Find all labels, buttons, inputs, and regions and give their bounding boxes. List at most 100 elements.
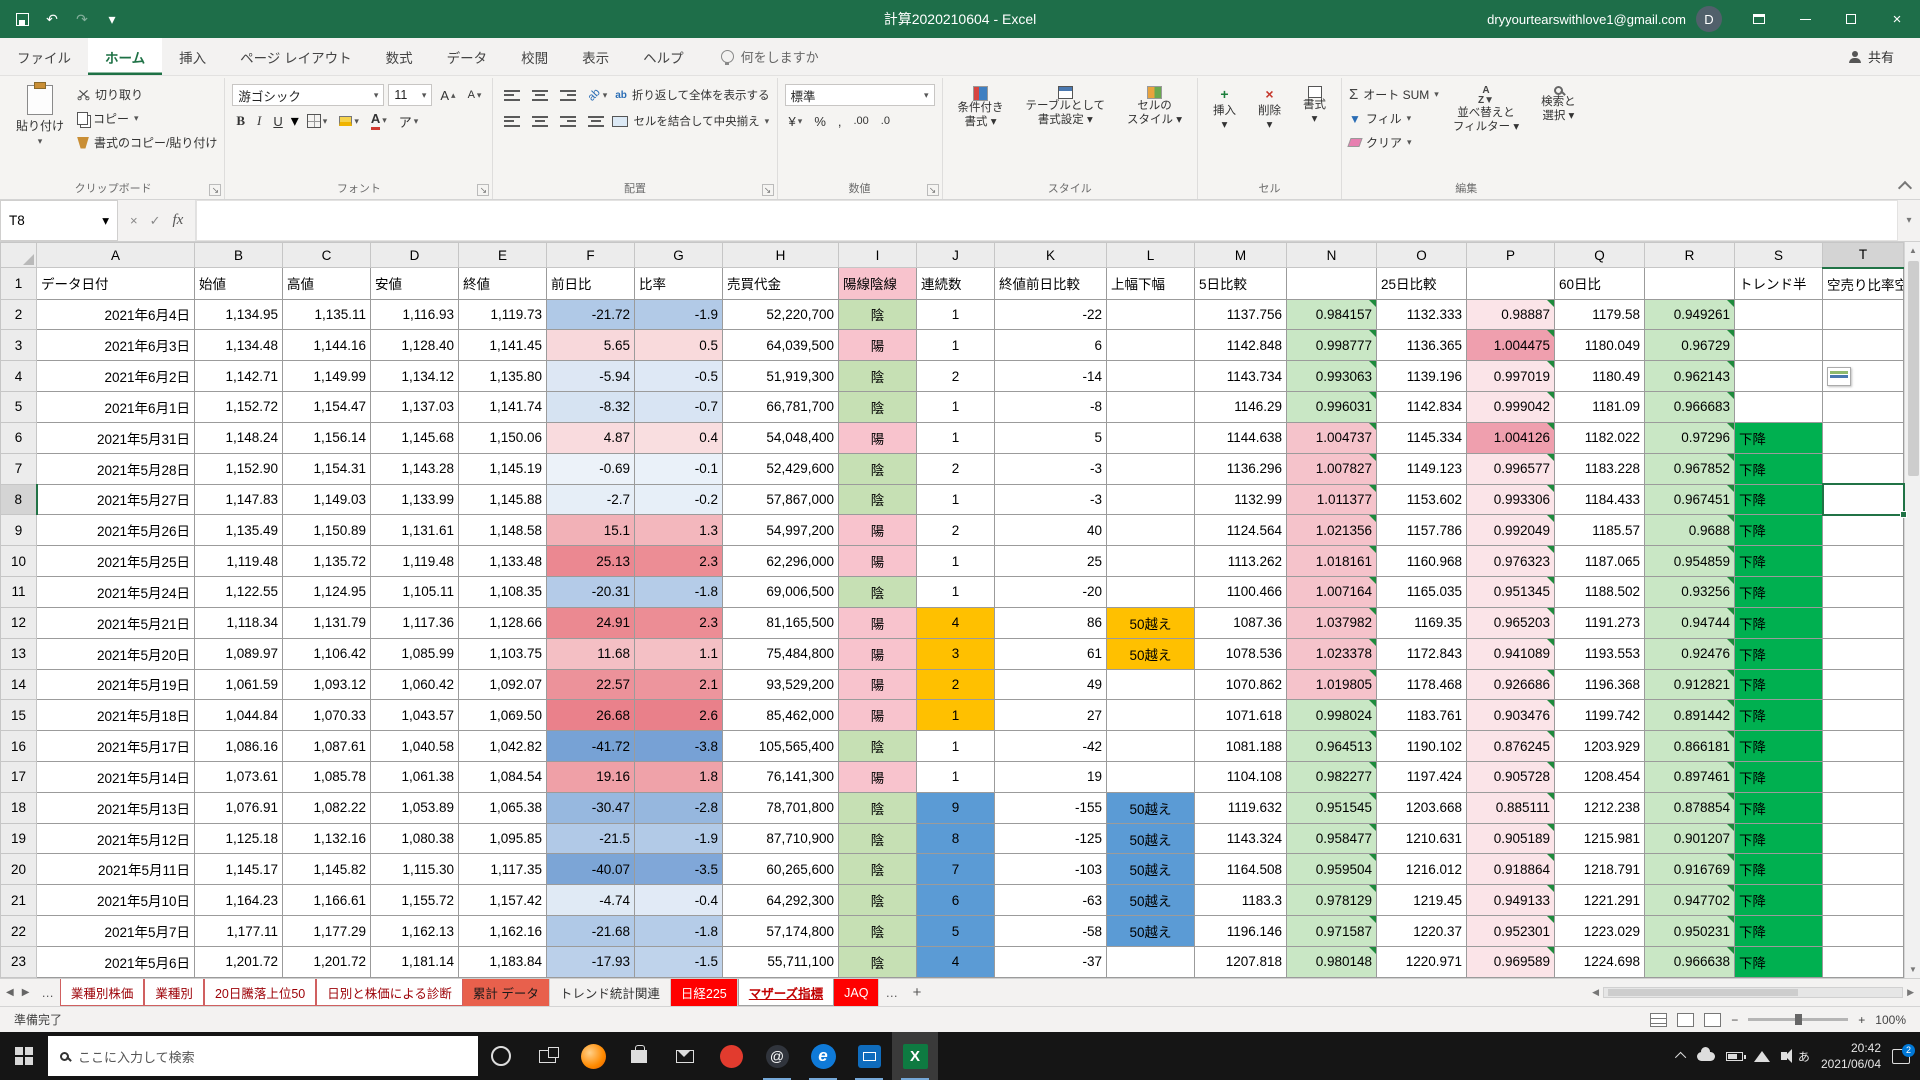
cell-R20[interactable]: 0.916769 bbox=[1645, 854, 1735, 885]
cell-N22[interactable]: 0.971587 bbox=[1287, 916, 1377, 947]
column-header-B[interactable]: B bbox=[195, 243, 283, 268]
cell-B23[interactable]: 1,201.72 bbox=[195, 946, 283, 977]
cell-P12[interactable]: 0.965203 bbox=[1467, 607, 1555, 638]
cell-E16[interactable]: 1,042.82 bbox=[459, 731, 547, 762]
cell-I19[interactable]: 陰 bbox=[839, 823, 917, 854]
cell-B20[interactable]: 1,145.17 bbox=[195, 854, 283, 885]
page-layout-view-button[interactable] bbox=[1677, 1013, 1694, 1027]
cell-T3[interactable] bbox=[1823, 330, 1904, 361]
cell-D20[interactable]: 1,115.30 bbox=[371, 854, 459, 885]
cell-C18[interactable]: 1,082.22 bbox=[283, 792, 371, 823]
cell-P22[interactable]: 0.952301 bbox=[1467, 916, 1555, 947]
cell-C10[interactable]: 1,135.72 bbox=[283, 546, 371, 577]
cell-J20[interactable]: 7 bbox=[917, 854, 995, 885]
cell-H8[interactable]: 57,867,000 bbox=[723, 484, 839, 515]
cell-G13[interactable]: 1.1 bbox=[635, 638, 723, 669]
cell-N17[interactable]: 0.982277 bbox=[1287, 761, 1377, 792]
formula-input[interactable] bbox=[196, 200, 1898, 241]
hscroll-right-icon[interactable]: ▶ bbox=[1907, 987, 1914, 998]
tell-me-box[interactable]: 何をしますか bbox=[721, 38, 819, 75]
cell-N23[interactable]: 0.980148 bbox=[1287, 946, 1377, 977]
cell-S8[interactable]: 下降 bbox=[1735, 484, 1823, 515]
comma-style-button[interactable]: , bbox=[834, 112, 846, 131]
cell-G16[interactable]: -3.8 bbox=[635, 731, 723, 762]
cell-L4[interactable] bbox=[1107, 361, 1195, 392]
merge-center-button[interactable]: セルを結合して中央揃え ▾ bbox=[612, 111, 769, 132]
cell-B21[interactable]: 1,164.23 bbox=[195, 885, 283, 916]
cell-D23[interactable]: 1,181.14 bbox=[371, 946, 459, 977]
cell-styles-button[interactable]: セルの スタイル ▾ bbox=[1119, 82, 1190, 134]
cell-I16[interactable]: 陰 bbox=[839, 731, 917, 762]
cell-D22[interactable]: 1,162.13 bbox=[371, 916, 459, 947]
cell-R2[interactable]: 0.949261 bbox=[1645, 299, 1735, 330]
cell-C3[interactable]: 1,144.16 bbox=[283, 330, 371, 361]
cell-S14[interactable]: 下降 bbox=[1735, 669, 1823, 700]
cell-Q21[interactable]: 1221.291 bbox=[1555, 885, 1645, 916]
cell-N21[interactable]: 0.978129 bbox=[1287, 885, 1377, 916]
cell-N1[interactable] bbox=[1287, 268, 1377, 300]
cell-O10[interactable]: 1160.968 bbox=[1377, 546, 1467, 577]
cell-J9[interactable]: 2 bbox=[917, 515, 995, 546]
decrease-decimal-button[interactable]: .0 bbox=[877, 113, 894, 129]
battery-icon[interactable] bbox=[1726, 1052, 1743, 1061]
cell-M7[interactable]: 1136.296 bbox=[1195, 453, 1287, 484]
cell-J1[interactable]: 連続数 bbox=[917, 268, 995, 300]
minimize-button[interactable] bbox=[1782, 0, 1828, 38]
cell-P9[interactable]: 0.992049 bbox=[1467, 515, 1555, 546]
cell-N14[interactable]: 1.019805 bbox=[1287, 669, 1377, 700]
phonetic-button[interactable]: ア▾ bbox=[395, 110, 423, 133]
cell-A12[interactable]: 2021年5月21日 bbox=[37, 607, 195, 638]
row-header-3[interactable]: 3 bbox=[1, 330, 37, 361]
cell-A9[interactable]: 2021年5月26日 bbox=[37, 515, 195, 546]
hscroll-left-icon[interactable]: ◀ bbox=[1592, 987, 1599, 998]
name-box[interactable]: T8 ▾ bbox=[0, 200, 118, 241]
cell-M16[interactable]: 1081.188 bbox=[1195, 731, 1287, 762]
increase-decimal-button[interactable]: .00 bbox=[850, 113, 873, 129]
column-header-R[interactable]: R bbox=[1645, 243, 1735, 268]
cell-O23[interactable]: 1220.971 bbox=[1377, 946, 1467, 977]
cell-O7[interactable]: 1149.123 bbox=[1377, 453, 1467, 484]
cell-S13[interactable]: 下降 bbox=[1735, 638, 1823, 669]
cell-B16[interactable]: 1,086.16 bbox=[195, 731, 283, 762]
cell-R5[interactable]: 0.966683 bbox=[1645, 392, 1735, 423]
cell-O2[interactable]: 1132.333 bbox=[1377, 299, 1467, 330]
cell-M22[interactable]: 1196.146 bbox=[1195, 916, 1287, 947]
cell-A20[interactable]: 2021年5月11日 bbox=[37, 854, 195, 885]
taskbar-mail[interactable] bbox=[662, 1032, 708, 1080]
column-header-J[interactable]: J bbox=[917, 243, 995, 268]
start-button[interactable] bbox=[0, 1032, 48, 1080]
cell-O3[interactable]: 1136.365 bbox=[1377, 330, 1467, 361]
cell-E9[interactable]: 1,148.58 bbox=[459, 515, 547, 546]
action-center-icon[interactable]: 2 bbox=[1892, 1049, 1910, 1064]
cell-H23[interactable]: 55,711,100 bbox=[723, 946, 839, 977]
cell-N11[interactable]: 1.007164 bbox=[1287, 577, 1377, 608]
column-header-E[interactable]: E bbox=[459, 243, 547, 268]
cell-S19[interactable]: 下降 bbox=[1735, 823, 1823, 854]
cell-T21[interactable] bbox=[1823, 885, 1904, 916]
cell-D17[interactable]: 1,061.38 bbox=[371, 761, 459, 792]
insert-function-button[interactable]: fx bbox=[173, 212, 184, 229]
cell-R3[interactable]: 0.96729 bbox=[1645, 330, 1735, 361]
taskbar-firefox[interactable] bbox=[570, 1032, 616, 1080]
cell-F10[interactable]: 25.13 bbox=[547, 546, 635, 577]
number-format-select[interactable]: 標準▾ bbox=[785, 84, 935, 106]
cell-M9[interactable]: 1124.564 bbox=[1195, 515, 1287, 546]
cell-P11[interactable]: 0.951345 bbox=[1467, 577, 1555, 608]
decrease-indent-button[interactable] bbox=[584, 114, 608, 129]
sheet-tab-累計 データ[interactable]: 累計 データ bbox=[463, 979, 550, 1006]
taskbar-outlook[interactable] bbox=[846, 1032, 892, 1080]
cell-A19[interactable]: 2021年5月12日 bbox=[37, 823, 195, 854]
clear-button[interactable]: クリア ▾ bbox=[1349, 132, 1439, 153]
cell-E10[interactable]: 1,133.48 bbox=[459, 546, 547, 577]
cell-R19[interactable]: 0.901207 bbox=[1645, 823, 1735, 854]
cell-B7[interactable]: 1,152.90 bbox=[195, 453, 283, 484]
cell-L3[interactable] bbox=[1107, 330, 1195, 361]
cell-Q15[interactable]: 1199.742 bbox=[1555, 700, 1645, 731]
cell-S2[interactable] bbox=[1735, 299, 1823, 330]
cell-N10[interactable]: 1.018161 bbox=[1287, 546, 1377, 577]
cell-J4[interactable]: 2 bbox=[917, 361, 995, 392]
cell-S7[interactable]: 下降 bbox=[1735, 453, 1823, 484]
cell-Q20[interactable]: 1218.791 bbox=[1555, 854, 1645, 885]
cell-H18[interactable]: 78,701,800 bbox=[723, 792, 839, 823]
cell-F18[interactable]: -30.47 bbox=[547, 792, 635, 823]
